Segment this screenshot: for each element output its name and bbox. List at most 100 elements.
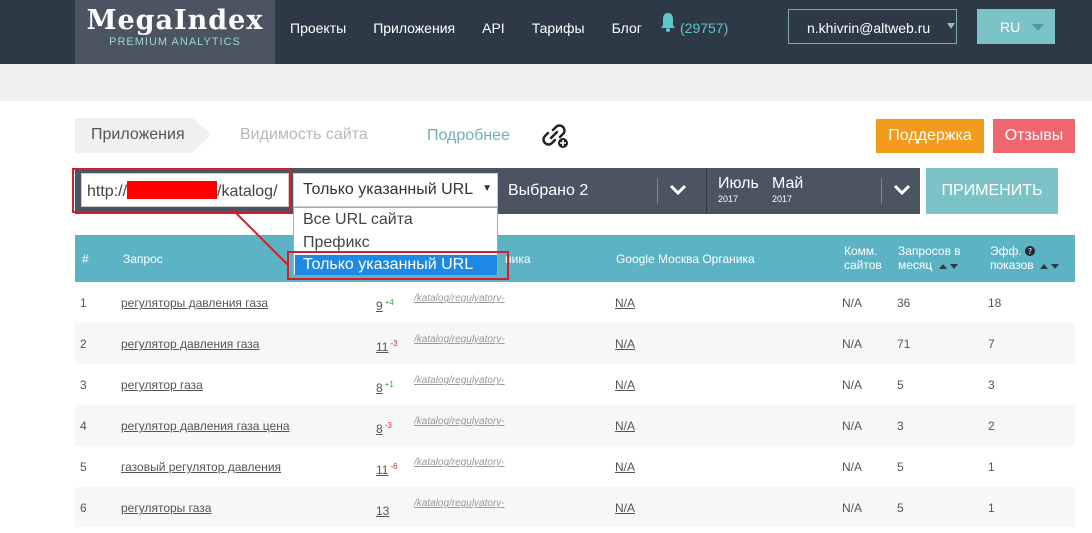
row-google[interactable]: N/A [615,296,635,310]
row-competitors: N/A [842,378,863,392]
position-value: 9 [376,299,383,313]
col-competitors-line2: сайтов [844,258,882,272]
date-to-month: Май [772,175,804,192]
row-competitors: N/A [842,296,863,310]
row-google[interactable]: N/A [615,419,635,433]
row-google[interactable]: N/A [615,501,635,515]
row-query[interactable]: регуляторы давления газа [121,296,268,310]
row-eff: 1 [988,501,995,515]
row-google[interactable]: N/A [615,337,635,351]
user-menu[interactable]: n.khivrin@altweb.ru [788,9,957,44]
row-requests: 3 [897,419,904,433]
nav-apps[interactable]: Приложения [373,20,455,36]
table-row: 3 регулятор газа 8 +1 /katalog/regulyator… [75,364,1075,405]
top-navbar: MegaIndex PREMIUM ANALYTICS Проекты Прил… [0,0,1092,64]
position-delta: +1 [384,380,394,389]
row-google[interactable]: N/A [615,378,635,392]
bell-icon[interactable] [660,12,676,32]
url-mode-value: Только указанный URL [303,181,474,198]
row-query[interactable]: регулятор давления газа [121,337,259,351]
nav-tariffs[interactable]: Тарифы [532,20,585,36]
row-competitors: N/A [842,419,863,433]
caret-down-icon [947,23,955,29]
apply-button[interactable]: ПРИМЕНИТЬ [926,168,1058,214]
position-value: 8 [376,422,383,436]
annotation-connector [231,208,289,266]
row-url[interactable]: /katalog/regulyatory- [414,456,514,470]
col-eff-impressions[interactable]: Эфф. ? показов [990,244,1061,272]
divider [657,178,658,204]
row-requests: 5 [897,378,904,392]
row-position[interactable]: 11 -3 [376,337,398,354]
row-url[interactable]: /katalog/regulyatory- [414,333,514,347]
row-url[interactable]: /katalog/regulyatory- [414,497,514,511]
row-requests: 5 [897,460,904,474]
main-nav: Проекты Приложения API Тарифы Блог [290,20,669,36]
position-delta: -3 [390,339,398,348]
help-icon[interactable]: ? [1025,246,1036,256]
row-position[interactable]: 9 +4 [376,296,394,313]
row-num: 4 [80,419,87,433]
sub-header-band [0,64,1092,101]
table-row: 2 регулятор давления газа 11 -3 /katalog/… [75,323,1075,364]
row-num: 1 [80,296,87,310]
breadcrumb-site-visibility[interactable]: Видимость сайта [240,126,368,144]
sort-arrows-icon[interactable] [938,262,960,270]
nav-api[interactable]: API [482,20,505,36]
logo[interactable]: MegaIndex PREMIUM ANALYTICS [75,0,275,64]
row-num: 3 [80,378,87,392]
language-select[interactable]: RU [977,9,1055,44]
col-competitors[interactable]: Комм. сайтов [844,244,882,272]
col-requests[interactable]: Запросов в месяц [898,244,961,272]
row-position[interactable]: 8 +1 [376,378,394,395]
row-position[interactable]: 8 -3 [376,419,392,436]
date-from[interactable]: Июль 2017 [718,175,759,205]
position-value: 13 [376,504,390,518]
position-value: 11 [376,340,389,354]
row-eff: 7 [988,337,995,351]
row-url[interactable]: /katalog/regulyatory- [414,292,514,306]
table-row: 4 регулятор давления газа цена 8 -3 /kata… [75,405,1075,446]
position-delta: -3 [384,421,392,430]
row-query[interactable]: регуляторы газа [121,501,211,515]
nav-projects[interactable]: Проекты [290,20,346,36]
row-eff: 18 [988,296,1002,310]
row-requests: 5 [897,501,904,515]
table-row: 1 регуляторы давления газа 9 +4 /katalog/… [75,282,1075,323]
option-all-urls[interactable]: Все URL сайта [303,211,413,229]
row-num: 5 [80,460,87,474]
reviews-button[interactable]: Отзывы [993,119,1075,153]
url-mode-select[interactable]: Только указанный URL ▼ [293,173,498,207]
support-button[interactable]: Поддержка [876,119,984,153]
position-delta: +4 [384,298,394,307]
col-google[interactable]: Google Москва Органика [616,252,755,266]
link-add-icon[interactable] [541,122,571,150]
nav-blog[interactable]: Блог [612,20,642,36]
sort-arrows-icon[interactable] [1039,262,1061,270]
row-url[interactable]: /katalog/regulyatory- [414,374,514,388]
table-row: 5 газовый регулятор давления 11 -6 /katal… [75,446,1075,487]
date-to-year: 2017 [772,194,793,204]
more-link[interactable]: Подробнее [427,127,510,145]
row-position[interactable]: 11 -6 [376,460,398,477]
row-url[interactable]: /katalog/regulyatory- [414,415,514,429]
divider [881,178,882,204]
row-query[interactable]: регулятор газа [121,378,203,392]
table-row: 6 регуляторы газа 13 /katalog/regulyator… [75,487,1075,527]
user-email: n.khivrin@altweb.ru [807,20,931,36]
row-google[interactable]: N/A [615,460,635,474]
date-to[interactable]: Май 2017 [772,175,803,205]
row-query[interactable]: газовый регулятор давления [121,460,281,474]
selected-count[interactable]: Выбрано 2 [508,182,588,200]
breadcrumb-apps[interactable]: Приложения [75,118,193,153]
notification-count[interactable]: (29757) [680,20,728,36]
breadcrumb-arrow [193,118,211,152]
row-competitors: N/A [842,501,863,515]
row-query[interactable]: регулятор давления газа цена [121,419,290,433]
position-value: 11 [376,463,389,477]
chevron-down-icon[interactable] [893,183,911,197]
row-position[interactable]: 13 [376,501,391,518]
option-prefix[interactable]: Префикс [303,234,370,252]
chevron-down-icon[interactable] [669,183,687,197]
col-query[interactable]: Запрос [123,252,163,266]
